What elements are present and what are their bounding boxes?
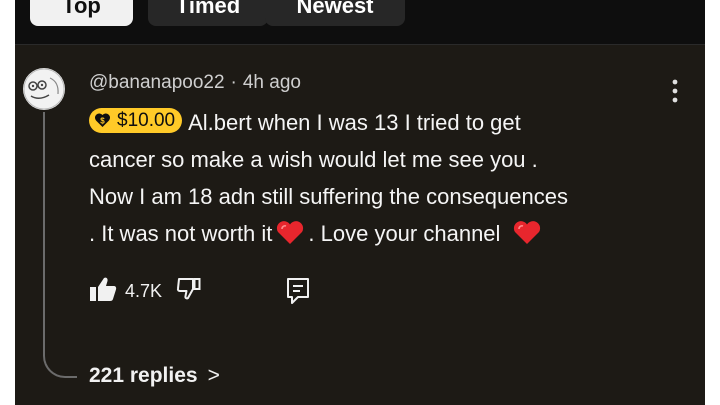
avatar[interactable] [23,68,65,110]
meta-separator: · [230,72,237,93]
view-replies-button[interactable]: 221 replies > [89,364,220,388]
avatar-face-icon [23,68,65,110]
thumbs-down-icon[interactable] [176,276,202,307]
super-thanks-amount: $10.00 [117,109,176,131]
comment-text-segment: . It was not worth it [89,221,273,246]
red-heart-emoji-icon [514,221,541,244]
red-heart-emoji-icon [277,221,304,244]
comment-actions: 4.7K [89,276,202,306]
replies-count-label: 221 replies [89,364,198,387]
comment-line-1: $ $10.00 Al.bert when I was 13 I tried to … [89,104,689,141]
super-thanks-badge: $ $10.00 [89,107,183,133]
chevron-right-icon: > [207,364,220,387]
dollar-heart-icon: $ [94,113,111,127]
comment-line-2: cancer so make a wish would let me see y… [89,147,538,172]
comment-text: $ $10.00 Al.bert when I was 13 I tried to … [89,104,689,252]
like-count: 4.7K [125,280,163,301]
tab-top[interactable]: Top [30,0,133,26]
comment-line-3: Now I am 18 adn still suffering the cons… [89,184,568,209]
comment-line-4: . It was not worth it . Love your channel [89,215,689,252]
more-vert-icon[interactable] [667,78,683,104]
reply-comment-icon[interactable] [285,276,311,311]
svg-text:$: $ [100,117,105,126]
tab-newest[interactable]: Newest [265,0,405,26]
comment-header: @bananapoo22 · 4h ago [89,72,301,94]
thread-connector-line [43,112,77,378]
sort-tab-bar: Top Timed Newest [15,0,705,45]
thumbs-up-icon[interactable] [89,276,117,307]
comment-timestamp: 4h ago [242,72,301,93]
comment-text-segment: . Love your channel [308,221,501,246]
comment-panel: Top Timed Newest @bananapoo22 · 4h ago $ $1… [15,0,705,405]
tab-timed[interactable]: Timed [148,0,268,26]
comment-text-line: Al.bert when I was 13 I tried to get [188,110,521,135]
author-handle[interactable]: @bananapoo22 [89,72,225,93]
